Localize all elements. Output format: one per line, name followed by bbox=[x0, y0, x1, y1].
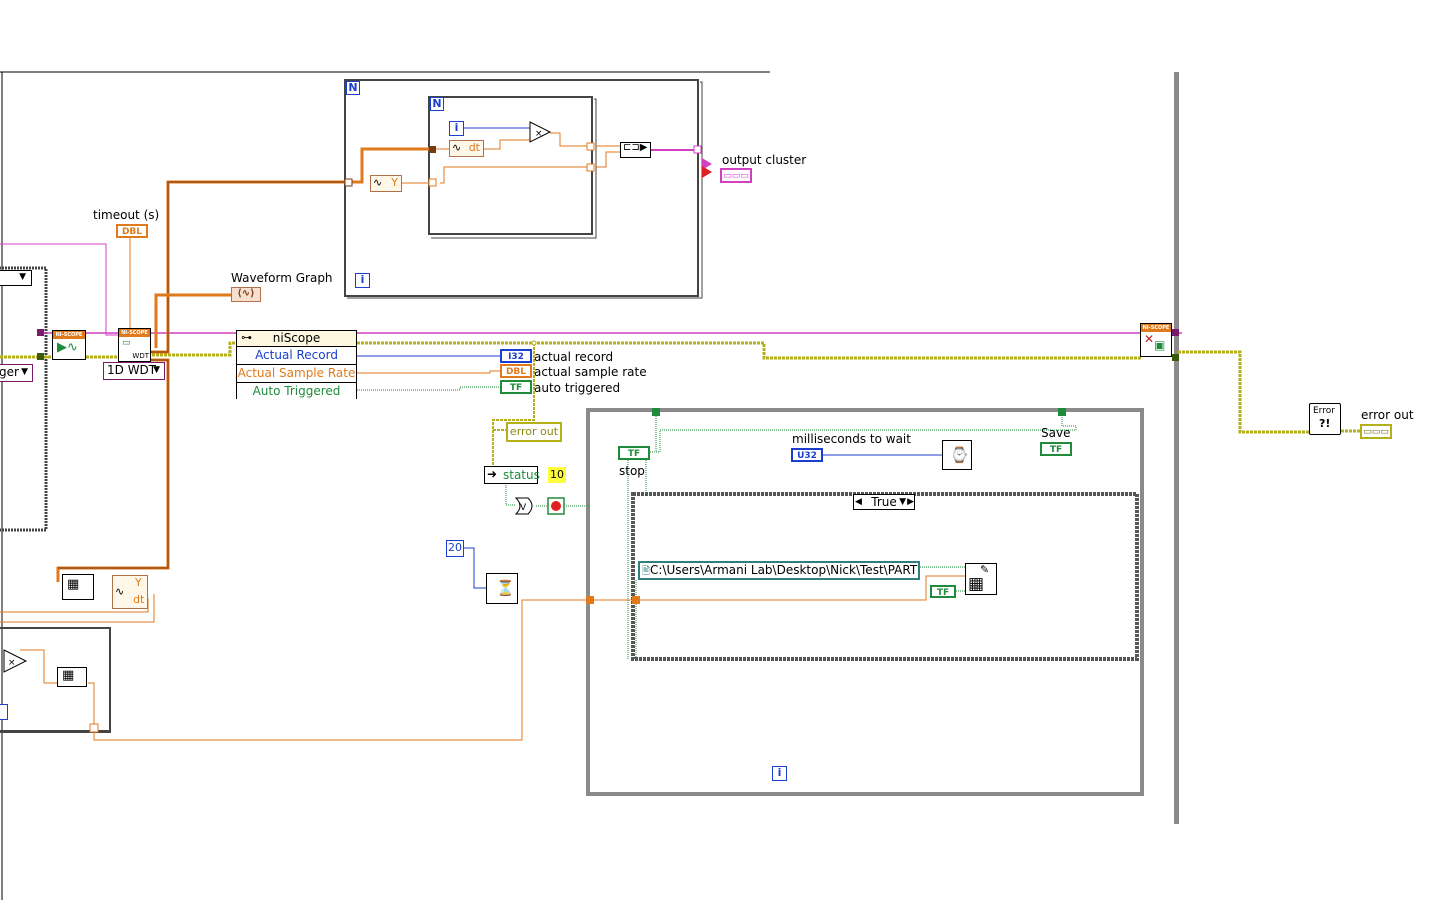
actual-sample-rate-dbl-terminal[interactable]: DBL bbox=[500, 364, 532, 378]
property-node-title: niScope bbox=[272, 331, 321, 345]
waveform-icon: ∿ bbox=[452, 141, 462, 154]
save-tf-terminal[interactable]: TF bbox=[1040, 442, 1072, 456]
for-loop-inner bbox=[428, 96, 593, 235]
wire-sample-rate bbox=[357, 370, 502, 374]
wait-ms-vi[interactable]: ⌚ bbox=[942, 440, 972, 470]
decrement-arrow-icon: ◀ bbox=[855, 497, 862, 507]
block-diagram: × × V bbox=[0, 71, 1362, 900]
array-to-cluster-node-left[interactable]: ▦ bbox=[62, 574, 94, 600]
watch-icon: ⌚ bbox=[950, 446, 969, 464]
write-spreadsheet-vi[interactable]: ✎ ▦ bbox=[965, 563, 997, 595]
constant-20[interactable]: 20 bbox=[446, 540, 464, 557]
svg-text:×: × bbox=[8, 658, 16, 668]
left-ring-constant[interactable]: ▼ bbox=[0, 270, 32, 286]
path-icon: 🖹 bbox=[642, 566, 651, 577]
wire-auto-triggered bbox=[357, 386, 502, 391]
case-selector[interactable]: ◀ True ▼ ▶ bbox=[853, 494, 915, 510]
get-waveform-components-left[interactable]: Y ∿ dt bbox=[112, 575, 148, 609]
auto-triggered-tf-terminal[interactable]: TF bbox=[500, 380, 532, 394]
milliseconds-u32-terminal[interactable]: U32 bbox=[791, 448, 823, 462]
dropdown-arrow-icon: ▼ bbox=[153, 365, 160, 375]
constant-10[interactable]: 10 bbox=[548, 467, 566, 483]
file-path-constant[interactable]: 🖹C:\Users\Armani Lab\Desktop\Nick\Test\P… bbox=[638, 561, 920, 580]
actual-record-i32-terminal[interactable]: I32 bbox=[500, 349, 532, 363]
waveform-icon: ∿ bbox=[373, 176, 383, 189]
property-actual-record-length[interactable]: Actual Record Length bbox=[237, 346, 356, 378]
niscope-initiate-vi[interactable]: NI-SCOPE ▶∿ bbox=[52, 330, 86, 360]
niscope-fetch-vi[interactable]: NI-SCOPE ▭ WDT bbox=[118, 328, 151, 362]
for-loop-iteration-outer[interactable]: i bbox=[355, 273, 370, 288]
bundle-cluster-node[interactable]: ⊏⊐▶ bbox=[620, 142, 651, 158]
waveform-icon: ∿ bbox=[115, 585, 125, 598]
dropdown-arrow-icon: ▼ bbox=[21, 367, 28, 377]
while-loop-iteration[interactable]: i bbox=[772, 766, 787, 781]
outer-loop-right-border bbox=[1174, 72, 1179, 824]
for-loop-count-inner[interactable]: N bbox=[430, 97, 444, 111]
key-icon: ⊶ bbox=[241, 331, 252, 344]
output-cluster-terminal[interactable]: ▭▭▭ bbox=[720, 168, 752, 183]
table-icon: ▦ bbox=[968, 574, 985, 594]
metronome-icon: ⏳ bbox=[496, 579, 515, 597]
svg-text:V: V bbox=[520, 503, 527, 513]
wait-until-next-ms-vi[interactable]: ⏳ bbox=[486, 573, 518, 604]
wire-orange-bottom bbox=[93, 599, 636, 741]
label-waveform-graph: Waveform Graph bbox=[231, 271, 333, 285]
label-save: Save bbox=[1041, 426, 1071, 440]
get-waveform-dt-node[interactable]: ∿ dt bbox=[449, 140, 484, 157]
array-node-lower[interactable]: ▦ bbox=[57, 667, 87, 687]
dropdown-arrow-icon: ▼ bbox=[899, 497, 906, 507]
table-icon: ▦ bbox=[62, 668, 75, 683]
label-actual-record: actual record bbox=[534, 350, 614, 364]
status-unbundle[interactable]: ➜ status bbox=[484, 466, 540, 484]
simple-error-handler-vi[interactable]: Error ?! bbox=[1309, 403, 1341, 435]
error-out-cluster-terminal[interactable]: ▭▭▭ bbox=[1360, 424, 1392, 439]
niscope-close-vi[interactable]: NI-SCOPE ✕ ▣ bbox=[1140, 323, 1172, 357]
label-actual-sample-rate: actual sample rate bbox=[534, 365, 647, 379]
error-icon: Error bbox=[1313, 406, 1335, 416]
scope-icon: ▣ bbox=[1154, 338, 1166, 352]
property-auto-triggered[interactable]: Auto Triggered bbox=[237, 382, 356, 400]
property-actual-sample-rate[interactable]: Actual Sample Rate bbox=[237, 364, 356, 382]
niscope-property-node[interactable]: ⊶ niScope Actual Record Length Actual Sa… bbox=[236, 330, 357, 400]
trigger-enum-constant[interactable]: ger ▼ bbox=[0, 364, 33, 382]
for-loop-iteration-inner[interactable]: i bbox=[449, 121, 464, 136]
timeout-dbl-terminal[interactable]: DBL bbox=[116, 224, 148, 238]
label-auto-triggered: auto triggered bbox=[534, 381, 621, 395]
left-partial-structure bbox=[0, 266, 48, 532]
for-loop-count-outer[interactable]: N bbox=[346, 81, 360, 95]
status-label: status bbox=[503, 468, 540, 482]
dropdown-arrow-icon: ▼ bbox=[19, 272, 26, 282]
case-tf-constant[interactable]: TF bbox=[930, 585, 956, 598]
label-stop: stop bbox=[619, 464, 645, 478]
play-icon: ▶∿ bbox=[57, 340, 78, 355]
error-out-inner-indicator[interactable]: error out bbox=[506, 422, 562, 442]
table-icon: ▦ bbox=[67, 577, 80, 592]
bundle-icon: ⊏⊐▶ bbox=[623, 142, 648, 153]
close-icon: ✕ bbox=[1144, 332, 1155, 346]
waveform-graph-terminal[interactable]: ⟨∿⟩ bbox=[231, 287, 261, 302]
fetch-icon: ▭ bbox=[122, 338, 131, 348]
wdt-enum-constant[interactable]: 1D WDT ▼ bbox=[103, 362, 165, 380]
get-waveform-y-node[interactable]: ∿ Y bbox=[370, 175, 402, 192]
wire-pink-top bbox=[0, 243, 120, 336]
label-output-cluster: output cluster bbox=[722, 153, 807, 167]
label-milliseconds-to-wait: milliseconds to wait bbox=[792, 432, 911, 446]
increment-arrow-icon: ▶ bbox=[907, 497, 914, 507]
stop-tf-terminal[interactable]: TF bbox=[618, 446, 650, 460]
label-timeout: timeout (s) bbox=[93, 208, 160, 222]
left-loop-iteration[interactable] bbox=[0, 704, 8, 720]
arrow-icon: ➜ bbox=[487, 467, 498, 481]
svg-text:×: × bbox=[535, 129, 543, 139]
label-error-out: error out bbox=[1361, 408, 1414, 422]
